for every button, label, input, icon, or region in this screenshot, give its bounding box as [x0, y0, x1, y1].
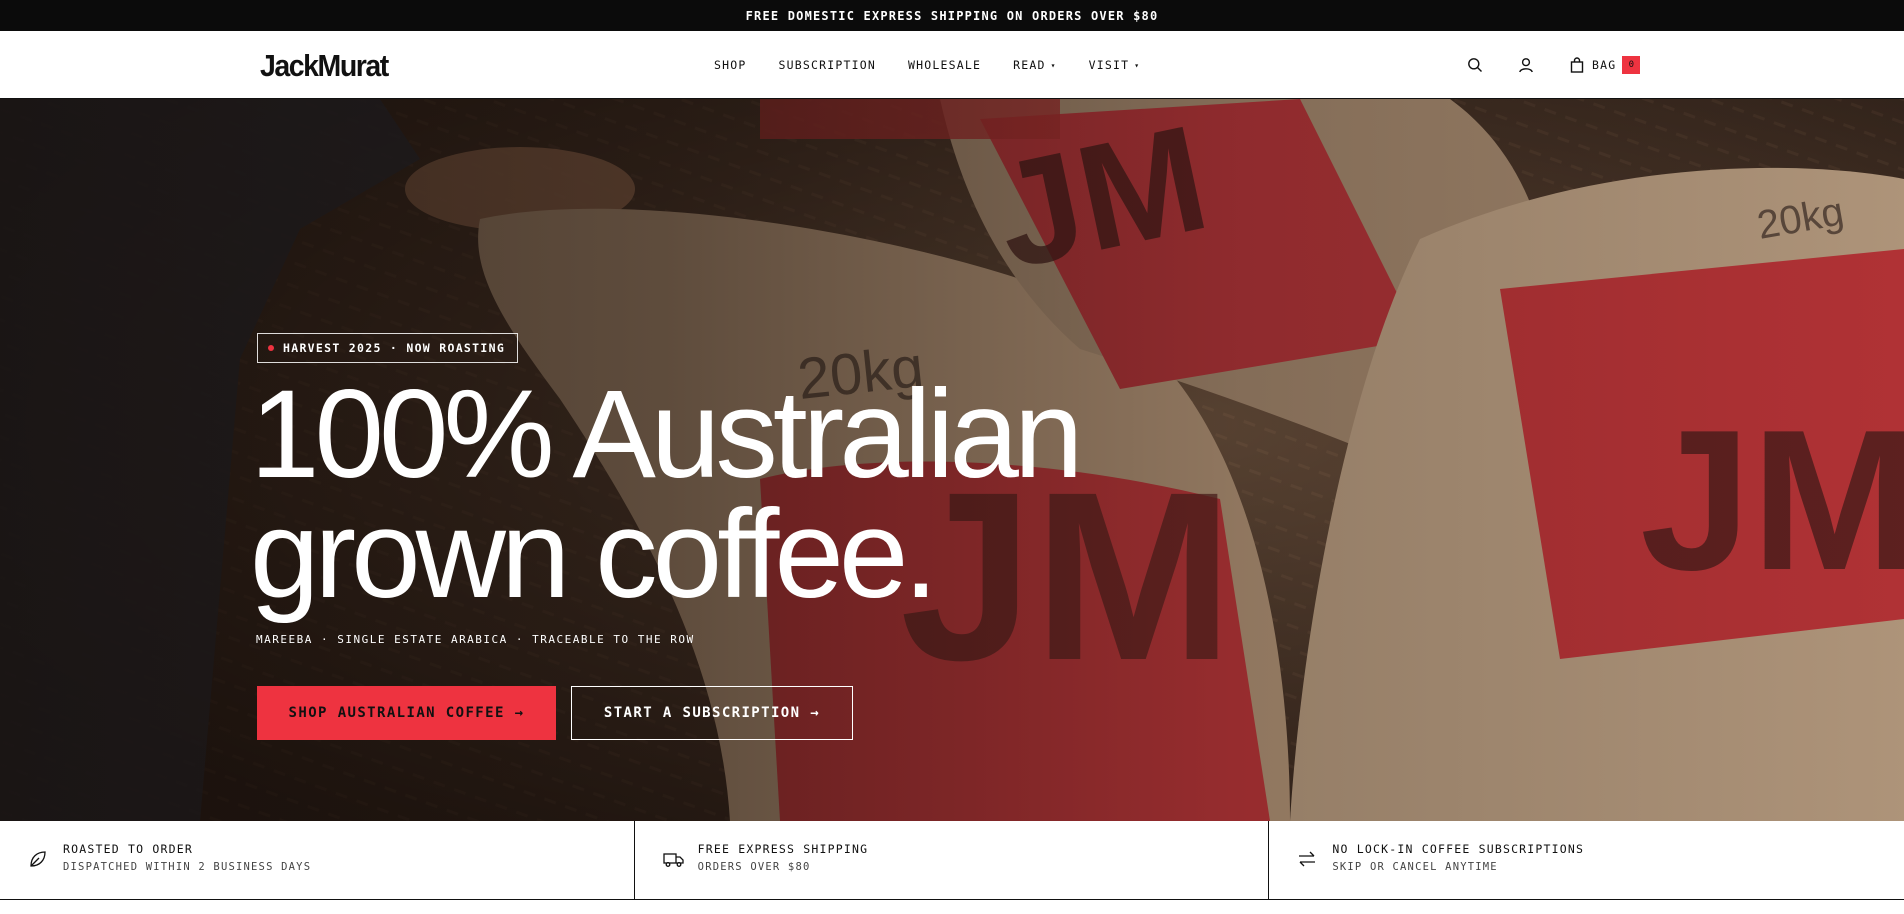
feature-subtitle: ORDERS OVER $80: [697, 861, 811, 873]
user-icon: [1519, 58, 1533, 73]
nav-label: SUBSCRIPTION: [778, 58, 876, 72]
harvest-tag: HARVEST 2025 · NOW ROASTING: [257, 333, 519, 363]
feature-title: ROASTED TO ORDER: [63, 842, 193, 856]
nav-item-wholesale[interactable]: WHOLESALE: [908, 58, 981, 72]
main-nav: SHOP SUBSCRIPTION WHOLESALE READ ▾ VISIT…: [714, 31, 1172, 99]
feature-roasted-to-order: ROASTED TO ORDER DISPATCHED WITHIN 2 BUS…: [0, 821, 635, 900]
announcement-text: FREE DOMESTIC EXPRESS SHIPPING ON ORDERS…: [745, 8, 1159, 23]
feature-subtitle: SKIP OR CANCEL ANYTIME: [1332, 861, 1498, 873]
feature-free-shipping: FREE EXPRESS SHIPPING ORDERS OVER $80: [635, 821, 1270, 900]
nav-item-read[interactable]: READ ▾: [1013, 58, 1057, 72]
feature-subtitle: DISPATCHED WITHIN 2 BUSINESS DAYS: [63, 861, 312, 873]
hero-subline: MAREEBA · SINGLE ESTATE ARABICA · TRACEA…: [256, 633, 695, 646]
nav-item-shop[interactable]: SHOP: [714, 58, 747, 72]
account-button[interactable]: [1518, 31, 1534, 99]
hero: JM 20kg JM JM 20kg HARVEST 2025 · NOW RO…: [0, 99, 1904, 821]
leaf-icon: [30, 851, 46, 867]
bag-icon: [1570, 57, 1584, 73]
harvest-tag-label: HARVEST 2025 · NOW ROASTING: [283, 341, 506, 355]
nav-label: SHOP: [714, 58, 747, 72]
hero-headline: 100% Australian grown coffee.: [250, 365, 1083, 624]
feature-no-lock-in: NO LOCK-IN COFFEE SUBSCRIPTIONS SKIP OR …: [1269, 821, 1904, 900]
status-dot-icon: [268, 345, 274, 351]
shop-australian-coffee-button[interactable]: SHOP AUSTRALIAN COFFEE →: [257, 686, 556, 740]
feature-title: NO LOCK-IN COFFEE SUBSCRIPTIONS: [1332, 842, 1585, 856]
truck-icon: [663, 853, 684, 867]
bag-count-badge: 0: [1622, 56, 1641, 74]
site-header: JackMurat SHOP SUBSCRIPTION WHOLESALE RE…: [0, 31, 1904, 99]
nav-item-subscription[interactable]: SUBSCRIPTION: [779, 58, 876, 72]
announcement-bar: FREE DOMESTIC EXPRESS SHIPPING ON ORDERS…: [0, 0, 1904, 31]
nav-item-visit[interactable]: VISIT ▾: [1089, 58, 1141, 72]
chevron-down-icon: ▾: [1134, 60, 1141, 70]
hero-headline-line2: grown coffee.: [250, 485, 938, 624]
search-button[interactable]: [1467, 31, 1483, 99]
nav-label: READ: [1013, 58, 1046, 72]
feature-title: FREE EXPRESS SHIPPING: [697, 842, 869, 856]
bag-button[interactable]: BAG 0: [1570, 31, 1641, 99]
nav-label: VISIT: [1088, 58, 1130, 72]
chevron-down-icon: ▾: [1050, 60, 1057, 70]
swap-arrows-icon: [1299, 851, 1316, 867]
brand-logo[interactable]: JackMurat: [260, 48, 389, 84]
start-subscription-button[interactable]: START A SUBSCRIPTION →: [571, 686, 853, 740]
hero-headline-line1: 100% Australian: [250, 365, 1083, 504]
search-icon: [1468, 58, 1482, 72]
nav-label: WHOLESALE: [907, 58, 982, 72]
bag-label: BAG: [1592, 58, 1617, 72]
features-strip: ROASTED TO ORDER DISPATCHED WITHIN 2 BUS…: [0, 821, 1904, 900]
